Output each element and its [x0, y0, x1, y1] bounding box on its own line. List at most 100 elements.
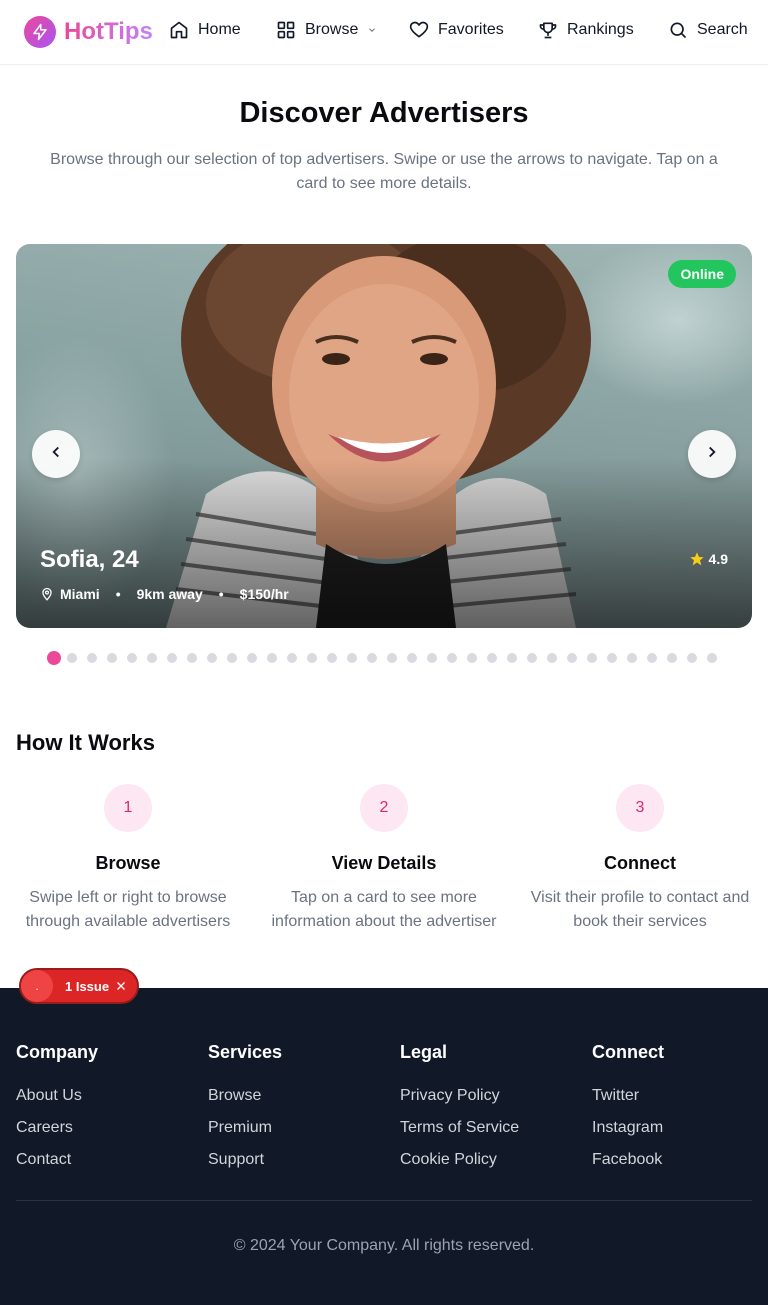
footer-link[interactable]: Premium: [208, 1119, 388, 1137]
footer-link[interactable]: Browse: [208, 1087, 388, 1105]
carousel-dot[interactable]: [387, 653, 397, 663]
nav-favorites[interactable]: Favorites: [409, 20, 504, 40]
advertiser-distance: 9km away: [136, 586, 203, 602]
site-footer: Company About Us Careers Contact Service…: [0, 988, 768, 1305]
copyright-text: © 2024 Your Company. All rights reserved…: [233, 1237, 535, 1254]
footer-link[interactable]: Contact: [16, 1151, 196, 1169]
next-button[interactable]: [688, 430, 736, 478]
carousel-dot[interactable]: [147, 653, 157, 663]
carousel-dot[interactable]: [347, 653, 357, 663]
footer-column-company: Company About Us Careers Contact: [16, 1042, 196, 1169]
step-description: Visit their profile to contact and book …: [530, 889, 750, 930]
advertiser-location: Miami: [60, 586, 100, 602]
step-title: Connect: [604, 853, 676, 873]
online-status-badge: Online: [668, 260, 736, 288]
carousel-dot[interactable]: [707, 653, 717, 663]
page-title: Discover Advertisers: [239, 97, 529, 129]
footer-heading: Connect: [592, 1042, 664, 1062]
map-pin-icon: [40, 587, 54, 601]
rating-value: 4.9: [708, 551, 728, 567]
heart-icon: [409, 20, 429, 40]
carousel-dot[interactable]: [467, 653, 477, 663]
meta-separator: •: [218, 586, 224, 602]
carousel-dot[interactable]: [507, 653, 517, 663]
carousel-dot[interactable]: [247, 653, 257, 663]
footer-heading: Legal: [400, 1042, 448, 1062]
issues-badge[interactable]: . 1 Issue: [19, 968, 139, 1004]
nav-search-label: Search: [697, 21, 748, 38]
home-icon: [169, 20, 189, 40]
advertiser-card[interactable]: Online Sofia, 24 Miami • 9km away • $150…: [16, 244, 752, 628]
meta-separator: •: [115, 586, 121, 602]
carousel-dot[interactable]: [307, 653, 317, 663]
carousel-dot-active[interactable]: [47, 651, 61, 665]
carousel-dot[interactable]: [407, 653, 417, 663]
footer-column-legal: Legal Privacy Policy Terms of Service Co…: [400, 1042, 580, 1169]
footer-heading: Company: [16, 1042, 99, 1062]
footer-column-services: Services Browse Premium Support: [208, 1042, 388, 1169]
nav-home[interactable]: Home: [169, 20, 241, 40]
chevron-right-icon: [703, 443, 721, 466]
step-title: Browse: [95, 853, 161, 873]
carousel-dot[interactable]: [327, 653, 337, 663]
step-description: Swipe left or right to browse through av…: [25, 889, 231, 930]
nav-search[interactable]: Search: [668, 20, 748, 40]
footer-link[interactable]: Facebook: [592, 1151, 768, 1169]
carousel-dot[interactable]: [87, 653, 97, 663]
carousel-dot[interactable]: [627, 653, 637, 663]
footer-link[interactable]: Cookie Policy: [400, 1151, 580, 1169]
previous-button[interactable]: [32, 430, 80, 478]
carousel-dot[interactable]: [107, 653, 117, 663]
footer-link[interactable]: Support: [208, 1151, 388, 1169]
carousel-dot[interactable]: [287, 653, 297, 663]
carousel-dot[interactable]: [567, 653, 577, 663]
footer-link[interactable]: About Us: [16, 1087, 196, 1105]
step-title: View Details: [331, 853, 437, 873]
step-number: 3: [616, 784, 664, 832]
carousel-dot[interactable]: [527, 653, 537, 663]
carousel-dot[interactable]: [227, 653, 237, 663]
carousel-dot[interactable]: [127, 653, 137, 663]
footer-link[interactable]: Instagram: [592, 1119, 768, 1137]
carousel-dot[interactable]: [187, 653, 197, 663]
carousel-dot[interactable]: [687, 653, 697, 663]
page-subtitle: Browse through our selection of top adve…: [50, 151, 718, 192]
carousel-dot[interactable]: [447, 653, 457, 663]
advertiser-name: Sofia, 24: [40, 546, 139, 573]
carousel-dot[interactable]: [427, 653, 437, 663]
nav-favorites-label: Favorites: [438, 21, 504, 38]
advertiser-rate: $150/hr: [239, 586, 289, 602]
carousel-dot[interactable]: [267, 653, 277, 663]
carousel-dot[interactable]: [587, 653, 597, 663]
footer-column-connect: Connect Twitter Instagram Facebook: [592, 1042, 768, 1169]
footer-link[interactable]: Privacy Policy: [400, 1087, 580, 1105]
step-number: 2: [360, 784, 408, 832]
footer-link[interactable]: Twitter: [592, 1087, 768, 1105]
nav-browse-label: Browse: [305, 21, 359, 38]
step-browse: 1 Browse Swipe left or right to browse t…: [8, 784, 248, 934]
carousel-dot[interactable]: [207, 653, 217, 663]
carousel-dot[interactable]: [547, 653, 557, 663]
nav-browse[interactable]: Browse: [276, 20, 377, 40]
top-navbar: HotTips Home Browse Favorites Rankings S…: [0, 0, 768, 65]
how-it-works-title: How It Works: [16, 730, 155, 755]
carousel-dot[interactable]: [367, 653, 377, 663]
carousel-dot[interactable]: [667, 653, 677, 663]
carousel-dot[interactable]: [487, 653, 497, 663]
carousel-dot[interactable]: [167, 653, 177, 663]
card-gradient-overlay: [16, 458, 752, 628]
advertiser-meta: Miami • 9km away • $150/hr: [40, 586, 289, 602]
step-view-details: 2 View Details Tap on a card to see more…: [264, 784, 504, 934]
nav-rankings[interactable]: Rankings: [538, 20, 634, 40]
footer-link[interactable]: Terms of Service: [400, 1119, 580, 1137]
carousel-dot[interactable]: [67, 653, 77, 663]
carousel-dot[interactable]: [647, 653, 657, 663]
footer-link[interactable]: Careers: [16, 1119, 196, 1137]
footer-divider: [16, 1200, 752, 1201]
brand-logo[interactable]: HotTips: [24, 16, 153, 48]
chevron-left-icon: [47, 443, 65, 466]
grid-icon: [276, 20, 296, 40]
brand-name: HotTips: [64, 18, 153, 45]
close-icon[interactable]: [115, 980, 127, 992]
carousel-dot[interactable]: [607, 653, 617, 663]
